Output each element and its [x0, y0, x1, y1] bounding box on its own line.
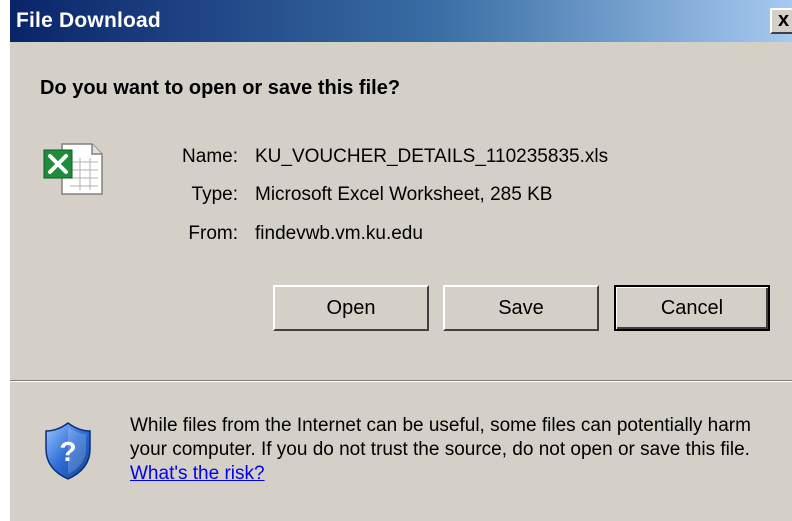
svg-text:?: ? — [59, 436, 76, 467]
file-download-dialog: File Download x Do you want to open or s… — [9, 0, 792, 521]
from-label: From: — [188, 223, 238, 244]
file-type-value: Microsoft Excel Worksheet, 285 KB — [255, 184, 553, 205]
security-warning: While files from the Internet can be use… — [130, 414, 780, 486]
whats-the-risk-link[interactable]: What's the risk? — [130, 463, 265, 484]
title-bar[interactable]: File Download x — [10, 0, 792, 42]
close-icon: x — [778, 9, 790, 31]
security-shield-icon: ? — [45, 422, 91, 480]
separator — [10, 380, 792, 382]
window-title: File Download — [16, 9, 161, 32]
open-button[interactable]: Open — [273, 285, 429, 331]
file-source-value: findevwb.vm.ku.edu — [255, 223, 423, 244]
cancel-button[interactable]: Cancel — [614, 285, 770, 331]
close-button[interactable]: x — [770, 8, 792, 34]
name-label: Name: — [182, 146, 238, 167]
prompt-question: Do you want to open or save this file? — [40, 77, 401, 99]
save-button[interactable]: Save — [443, 285, 599, 331]
type-label: Type: — [191, 184, 238, 205]
warning-text: While files from the Internet can be use… — [130, 415, 751, 460]
file-name-value: KU_VOUCHER_DETAILS_110235835.xls — [255, 146, 609, 167]
